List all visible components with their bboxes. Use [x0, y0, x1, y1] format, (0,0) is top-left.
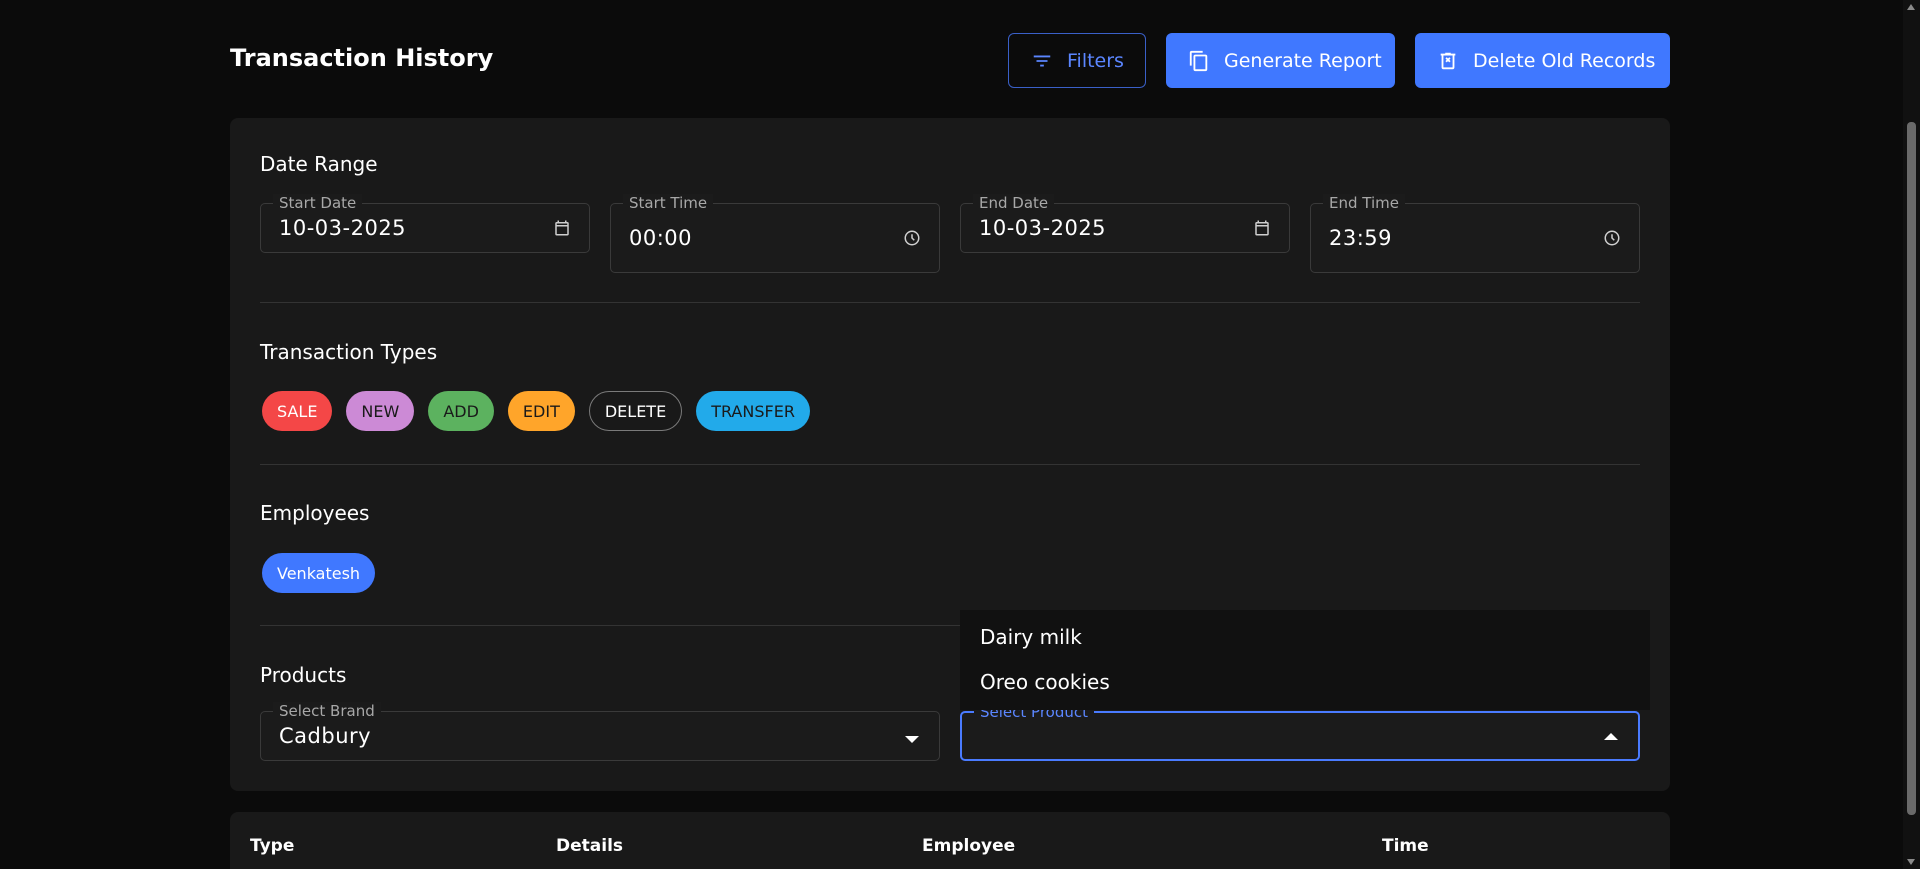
scrollbar-thumb[interactable] [1907, 122, 1916, 815]
transaction-types-title: Transaction Types [260, 340, 438, 364]
filters-button-label: Filters [1067, 49, 1124, 72]
start-time-value: 00:00 [629, 226, 693, 250]
chevron-up-icon[interactable] [1604, 733, 1618, 740]
end-time-label: End Time [1323, 194, 1405, 212]
filters-button[interactable]: Filters [1008, 33, 1146, 88]
filter-icon [1031, 50, 1053, 72]
scroll-down-icon[interactable] [1907, 859, 1915, 865]
calendar-icon[interactable] [1253, 219, 1271, 237]
vertical-scrollbar[interactable] [1903, 0, 1920, 869]
divider [260, 464, 1640, 465]
delete-old-records-label: Delete Old Records [1473, 49, 1656, 72]
start-time-field[interactable]: Start Time 00:00 [610, 194, 940, 273]
column-header-details[interactable]: Details [556, 836, 623, 856]
chip-sale[interactable]: SALE [262, 391, 333, 431]
clock-icon[interactable] [903, 229, 921, 247]
chip-edit[interactable]: EDIT [507, 391, 575, 431]
chevron-down-icon[interactable] [905, 736, 919, 743]
product-option-dairy-milk[interactable]: Dairy milk [960, 614, 1650, 659]
products-title: Products [260, 663, 347, 687]
column-header-employee[interactable]: Employee [922, 836, 1015, 856]
chip-transfer[interactable]: TRANSFER [696, 391, 810, 431]
page: Transaction History Filters Generate Rep… [0, 0, 1920, 869]
product-option-oreo-cookies[interactable]: Oreo cookies [960, 659, 1650, 704]
chip-delete[interactable]: DELETE [588, 391, 683, 431]
start-time-label: Start Time [623, 194, 714, 212]
start-date-label: Start Date [273, 194, 363, 212]
end-time-value: 23:59 [1329, 226, 1393, 250]
end-date-value: 10-03-2025 [979, 216, 1107, 240]
trash-icon [1437, 50, 1459, 72]
header-actions: Filters Generate Report Delete Old Recor… [1008, 33, 1670, 88]
employees-title: Employees [260, 501, 370, 525]
delete-old-records-button[interactable]: Delete Old Records [1415, 33, 1670, 88]
chip-new[interactable]: NEW [346, 391, 415, 431]
brand-select-label: Select Brand [273, 702, 381, 720]
end-date-label: End Date [973, 194, 1055, 212]
divider [260, 302, 1640, 303]
start-date-value: 10-03-2025 [279, 216, 407, 240]
column-header-type[interactable]: Type [250, 836, 294, 856]
transactions-table: Type Details Employee Time [230, 812, 1670, 869]
product-options-menu: Dairy milk Oreo cookies [960, 610, 1650, 710]
clock-icon[interactable] [1603, 229, 1621, 247]
transaction-type-chips: SALE NEW ADD EDIT DELETE TRANSFER [262, 391, 810, 431]
start-date-field[interactable]: Start Date 10-03-2025 [260, 194, 590, 253]
column-header-time[interactable]: Time [1382, 836, 1429, 856]
generate-report-button[interactable]: Generate Report [1166, 33, 1395, 88]
page-title: Transaction History [230, 44, 494, 72]
brand-select-value: Cadbury [279, 724, 372, 748]
calendar-icon[interactable] [553, 219, 571, 237]
generate-report-label: Generate Report [1224, 49, 1382, 72]
brand-select[interactable]: Select Brand Cadbury [260, 702, 940, 761]
chip-add[interactable]: ADD [428, 391, 494, 431]
product-select[interactable]: Select Product [960, 703, 1640, 761]
date-range-title: Date Range [260, 152, 378, 176]
end-time-field[interactable]: End Time 23:59 [1310, 194, 1640, 273]
scroll-up-icon[interactable] [1907, 4, 1915, 10]
employee-chips: Venkatesh [262, 553, 376, 593]
chip-employee[interactable]: Venkatesh [262, 553, 376, 593]
copy-icon [1188, 50, 1210, 72]
end-date-field[interactable]: End Date 10-03-2025 [960, 194, 1290, 253]
